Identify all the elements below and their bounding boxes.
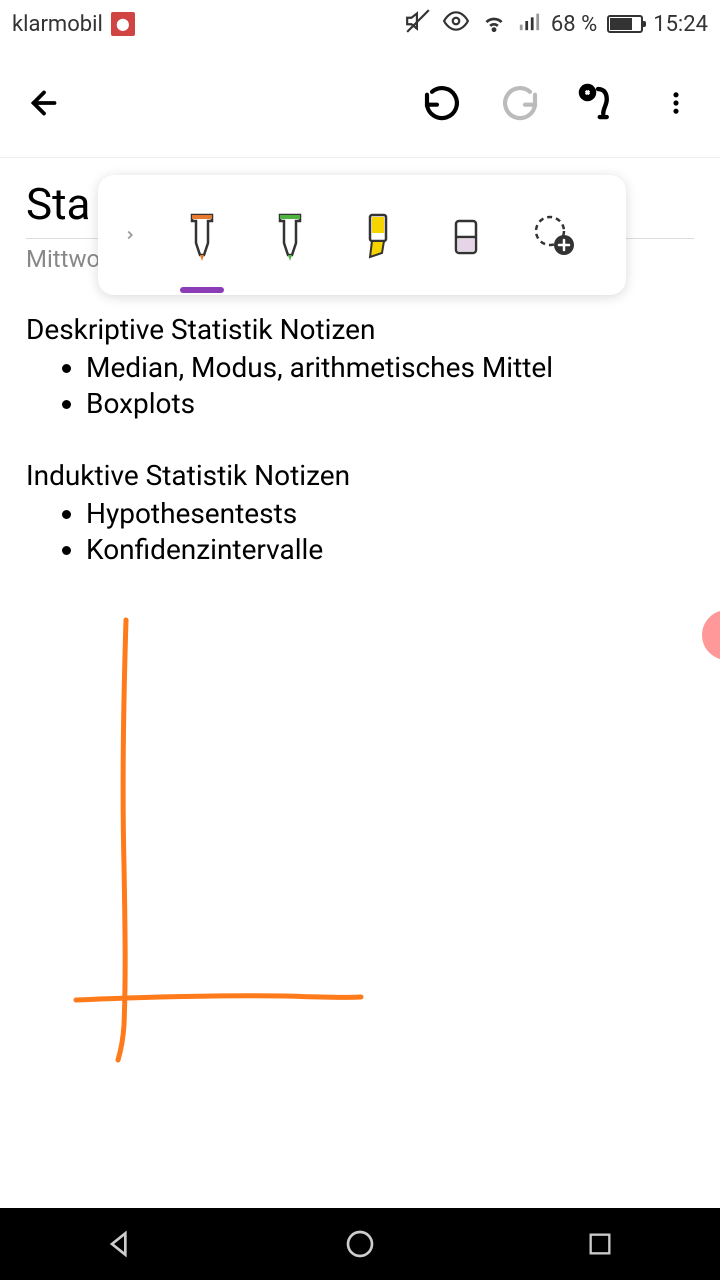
status-bar: klarmobil ⬤ 68 % 15:24 — [0, 0, 720, 48]
draw-mode-button[interactable] — [574, 79, 622, 127]
pen-green[interactable] — [262, 195, 318, 275]
battery-icon — [607, 15, 643, 33]
redo-button[interactable] — [496, 79, 544, 127]
system-nav-bar — [0, 1208, 720, 1280]
section-0[interactable]: Deskriptive Statistik Notizen Median, Mo… — [26, 313, 694, 423]
list-item: Boxplots — [86, 386, 694, 422]
signal-icon — [517, 10, 541, 38]
lasso-add[interactable] — [526, 195, 582, 275]
list-item: Hypothesentests — [86, 496, 694, 532]
pen-toolbar-expand[interactable] — [118, 225, 142, 245]
highlighter-yellow[interactable] — [350, 195, 406, 275]
mute-icon — [405, 8, 431, 40]
nav-home-button[interactable] — [338, 1222, 382, 1266]
section-heading: Deskriptive Statistik Notizen — [26, 313, 694, 346]
eraser[interactable] — [438, 195, 494, 275]
wifi-icon — [481, 8, 507, 40]
overflow-menu-button[interactable] — [652, 79, 700, 127]
battery-percent: 68 % — [551, 12, 597, 37]
section-heading: Induktive Statistik Notizen — [26, 459, 694, 492]
note-content: Sta Mittwo Deskriptive Statistik Notizen… — [0, 158, 720, 1125]
eye-icon — [441, 8, 471, 40]
list-item: Median, Modus, arithmetisches Mittel — [86, 350, 694, 386]
pen-orange[interactable] — [174, 195, 230, 275]
recording-app-icon: ⬤ — [111, 12, 135, 36]
carrier-label: klarmobil — [12, 12, 103, 37]
nav-recents-button[interactable] — [578, 1222, 622, 1266]
back-button[interactable] — [20, 79, 68, 127]
app-toolbar — [0, 48, 720, 158]
section-1[interactable]: Induktive Statistik Notizen Hypothesente… — [26, 459, 694, 569]
drawing-canvas[interactable] — [26, 605, 694, 1105]
list-item: Konfidenzintervalle — [86, 532, 694, 568]
undo-button[interactable] — [418, 79, 466, 127]
pen-toolbar — [98, 175, 626, 295]
nav-back-button[interactable] — [98, 1222, 142, 1266]
clock: 15:24 — [653, 12, 708, 37]
